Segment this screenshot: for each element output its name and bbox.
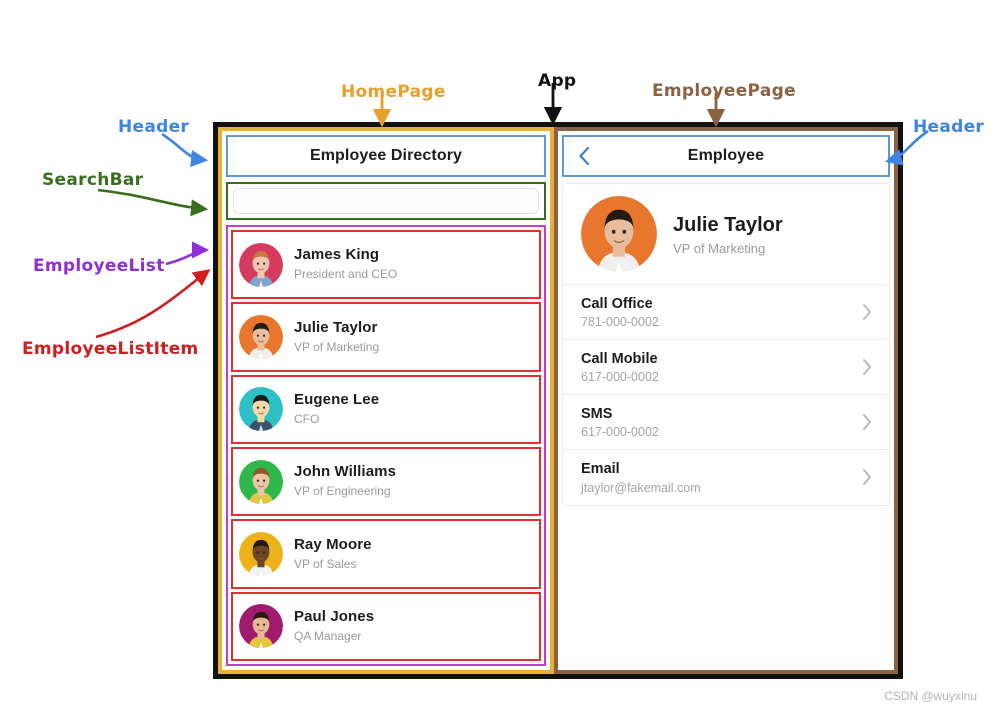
employee-text: Ray Moore VP of Sales: [294, 536, 372, 572]
employee-text: Eugene Lee CFO: [294, 391, 379, 427]
employee-title: QA Manager: [294, 628, 362, 643]
contact-value: 617-000-0002: [581, 425, 659, 440]
employee-title: VP of Marketing: [294, 339, 380, 354]
contact-value: 617-000-0002: [581, 370, 659, 385]
profile-text: Julie Taylor VP of Marketing: [673, 213, 783, 256]
avatar: [239, 604, 283, 649]
employee-list[interactable]: James King President and CEO Julie Taylo…: [226, 225, 546, 666]
annotation-label: HomePage: [341, 82, 446, 102]
employee-name: Ray Moore: [294, 535, 372, 553]
annotation-label: Header: [118, 117, 190, 137]
employee-header-title: Employee: [687, 147, 765, 164]
employee-list-item[interactable]: Paul Jones QA Manager: [231, 591, 541, 661]
avatar: [239, 459, 283, 504]
chevron-left-icon[interactable]: [576, 145, 592, 167]
employee-list-item[interactable]: Julie Taylor VP of Marketing: [231, 302, 541, 372]
contact-label: Email: [581, 461, 620, 478]
watermark: CSDN @wuyxinu: [884, 689, 977, 703]
employee-text: John Williams VP of Engineering: [294, 463, 396, 499]
annotation-label: App: [538, 71, 577, 91]
employee-title: VP of Sales: [294, 556, 357, 571]
avatar: [239, 242, 283, 287]
app-frame: Employee Directory James King President …: [213, 122, 903, 679]
contact-rows: Call Office 781-000-0002 Call Mobile 617…: [563, 285, 889, 505]
contact-row[interactable]: SMS 617-000-0002: [563, 395, 889, 451]
contact-label: Call Mobile: [581, 351, 658, 368]
contact-text: Call Mobile 617-000-0002: [581, 350, 659, 384]
employee-text: Paul Jones QA Manager: [294, 608, 374, 644]
employee-detail-card: Julie Taylor VP of Marketing Call Office…: [562, 183, 890, 506]
avatar: [239, 314, 283, 359]
annotation-label: EmployeePage: [652, 81, 796, 101]
home-header: Employee Directory: [226, 135, 546, 177]
leader-searchbar: [97, 188, 209, 217]
contact-row[interactable]: Call Office 781-000-0002: [563, 285, 889, 341]
employee-title: President and CEO: [294, 267, 398, 282]
chevron-right-icon: [861, 412, 873, 432]
leader-header-left: [161, 132, 209, 168]
employee-page: Employee Julie Taylor VP of Marketing Ca: [554, 127, 898, 674]
employee-text: Julie Taylor VP of Marketing: [294, 319, 379, 355]
employee-title: CFO: [294, 411, 320, 426]
contact-label: Call Office: [581, 296, 653, 312]
chevron-right-icon: [861, 357, 873, 377]
contact-text: SMS 617-000-0002: [581, 405, 659, 439]
employee-name: Eugene Lee: [294, 391, 380, 409]
search-input[interactable]: [233, 188, 539, 214]
contact-value: 781-000-0002: [581, 315, 659, 330]
profile-title: VP of Marketing: [673, 240, 766, 256]
annotation-label: EmployeeListItem: [22, 339, 199, 359]
home-page: Employee Directory James King President …: [218, 127, 554, 674]
employee-title: VP of Engineering: [294, 484, 391, 499]
profile-name: Julie Taylor: [673, 213, 783, 236]
home-header-title: Employee Directory: [309, 147, 463, 164]
search-bar: [226, 182, 546, 220]
annotation-label: EmployeeList: [33, 256, 165, 276]
contact-text: Email jtaylor@fakemail.com: [581, 460, 701, 494]
employee-list-item[interactable]: John Williams VP of Engineering: [231, 446, 541, 517]
annotation-label: Header: [913, 117, 985, 137]
employee-header: Employee: [562, 135, 890, 177]
employee-name: John Williams: [294, 463, 397, 481]
avatar: [239, 531, 283, 576]
annotation-label: SearchBar: [42, 170, 144, 190]
chevron-right-icon: [861, 467, 873, 487]
employee-list-item[interactable]: Eugene Lee CFO: [231, 374, 541, 444]
leader-employeelistitem: [95, 269, 211, 339]
employee-list-item[interactable]: Ray Moore VP of Sales: [231, 519, 541, 589]
employee-name: James King: [294, 246, 380, 264]
employee-name: Paul Jones: [294, 608, 375, 626]
leader-employeelist: [165, 241, 210, 266]
employee-name: Julie Taylor: [294, 318, 378, 336]
avatar: [239, 387, 283, 432]
contact-label: SMS: [581, 406, 613, 423]
avatar: [581, 196, 657, 272]
employee-list-item[interactable]: James King President and CEO: [231, 230, 541, 300]
profile-row: Julie Taylor VP of Marketing: [563, 184, 889, 285]
contact-row[interactable]: Call Mobile 617-000-0002: [563, 340, 889, 396]
chevron-right-icon: [861, 302, 873, 322]
contact-row[interactable]: Email jtaylor@fakemail.com: [563, 450, 889, 504]
contact-text: Call Office 781-000-0002: [581, 295, 659, 329]
employee-text: James King President and CEO: [294, 246, 397, 282]
contact-value: jtaylor@fakemail.com: [581, 480, 701, 495]
